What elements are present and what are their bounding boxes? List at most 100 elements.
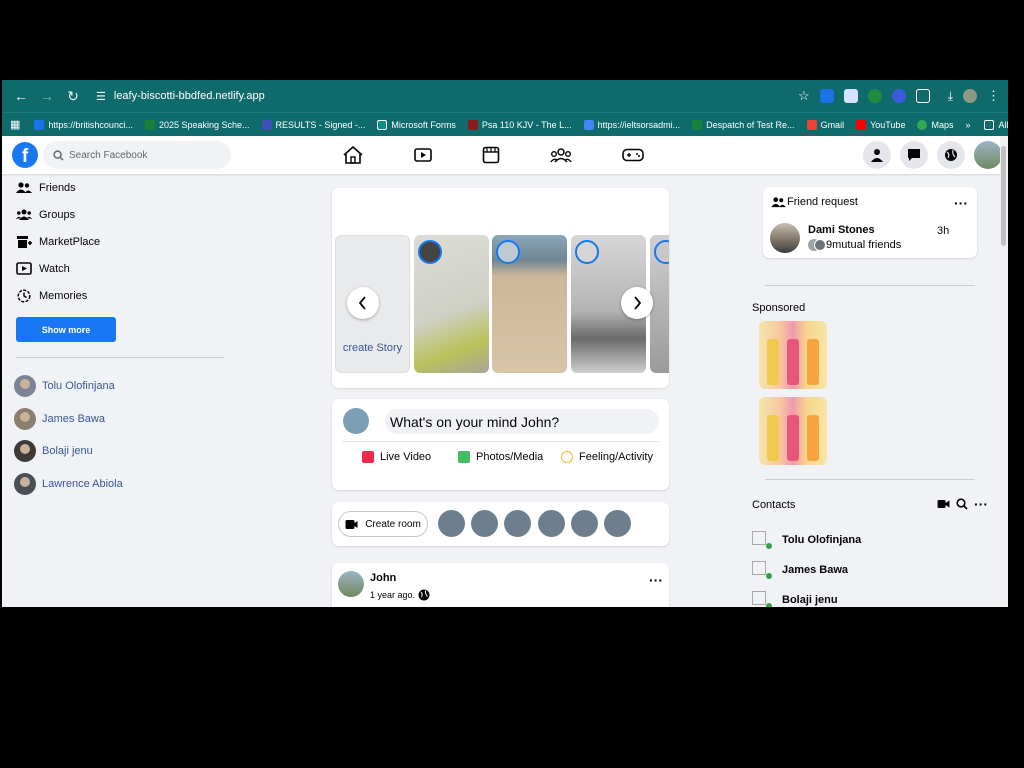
search-placeholder: Search Facebook	[69, 149, 148, 161]
avatar[interactable]	[571, 510, 598, 537]
bookmark[interactable]: Gmail	[806, 119, 844, 130]
bookmark[interactable]: Microsoft Forms	[377, 119, 456, 130]
bookmark[interactable]: RESULTS - Signed -...	[261, 119, 365, 130]
globe-icon	[418, 589, 430, 601]
friend-item[interactable]: James Bawa	[2, 403, 237, 436]
friend-item[interactable]: Lawrence Abiola	[2, 468, 237, 501]
groups-icon[interactable]	[550, 147, 572, 163]
bookmark-favicon-icon	[583, 119, 594, 130]
chevron-right-icon	[634, 296, 642, 310]
site-info-icon[interactable]: ☰	[96, 90, 106, 103]
address-bar[interactable]: ☰ leafy-biscotti-bbdfed.netlify.app	[88, 84, 798, 108]
reload-icon[interactable]: ↻	[62, 85, 84, 107]
search-input[interactable]: Search Facebook	[43, 141, 231, 169]
avatar	[14, 407, 36, 430]
sponsored-ad[interactable]	[759, 321, 827, 389]
avatar[interactable]	[338, 571, 364, 597]
avatar	[14, 375, 36, 398]
sidebar-item-watch[interactable]: Watch	[2, 255, 237, 282]
avatar	[752, 531, 772, 549]
extension-icon[interactable]	[819, 89, 834, 103]
youtube-icon	[856, 119, 867, 130]
post-composer: What's on your mind John? Live Video Pho…	[332, 399, 669, 490]
globe-icon[interactable]	[937, 141, 965, 169]
divider	[765, 479, 975, 480]
create-room-button[interactable]: Create room	[338, 511, 428, 537]
scrollbar-thumb[interactable]	[1001, 146, 1006, 246]
bookmark[interactable]: 2025 Speaking Sche...	[144, 119, 250, 130]
avatar[interactable]	[604, 510, 631, 537]
bookmark[interactable]: https://britishcounci...	[34, 119, 133, 130]
composer-input[interactable]: What's on your mind John?	[385, 409, 659, 434]
contacts-title: Contacts	[752, 499, 796, 511]
search-icon[interactable]	[956, 498, 968, 510]
bookmark-favicon-icon	[467, 119, 478, 130]
avatar[interactable]	[538, 510, 565, 537]
extension-icon[interactable]	[891, 89, 906, 103]
home-icon[interactable]	[342, 146, 364, 164]
sidebar-item-memories[interactable]: Memories	[2, 282, 237, 309]
show-more-button[interactable]: Show more	[16, 317, 116, 342]
menu-dots-icon[interactable]: ⋮	[987, 88, 1000, 104]
more-options-icon[interactable]: ···	[649, 573, 663, 587]
sponsored-ad[interactable]	[759, 397, 827, 465]
bookmark[interactable]: https://ieltsorsadmi...	[583, 119, 680, 130]
extension-icon[interactable]	[843, 89, 858, 103]
extension-icon[interactable]	[867, 89, 882, 103]
post-author[interactable]: John	[370, 572, 396, 584]
friends-icon	[16, 181, 32, 194]
live-video-button[interactable]: Live Video	[362, 451, 431, 463]
rooms-card: Create room	[332, 502, 669, 546]
marketplace-icon[interactable]	[482, 146, 500, 164]
bookmark[interactable]: Despatch of Test Re...	[692, 119, 795, 130]
sidebar-item-label: Groups	[39, 208, 76, 221]
feeling-activity-button[interactable]: Feeling/Activity	[561, 451, 653, 463]
video-call-icon[interactable]	[937, 499, 950, 509]
scrollbar[interactable]	[1000, 136, 1008, 607]
more-options-icon[interactable]: ···	[954, 196, 968, 210]
avatar[interactable]	[974, 141, 1002, 169]
friend-name: Lawrence Abiola	[42, 477, 123, 490]
profile-icon[interactable]	[863, 141, 891, 169]
contact-item[interactable]: Bolaji jenu	[752, 591, 838, 607]
avatar[interactable]	[504, 510, 531, 537]
facebook-logo-icon[interactable]: f	[12, 142, 38, 168]
story[interactable]	[414, 235, 489, 373]
friend-item[interactable]: Bolaji jenu	[2, 435, 237, 468]
sidebar-item-marketplace[interactable]: MarketPlace	[2, 228, 237, 255]
messenger-icon[interactable]	[900, 141, 928, 169]
avatar[interactable]	[770, 223, 800, 253]
sidebar-item-groups[interactable]: Groups	[2, 201, 237, 228]
back-icon[interactable]: ←	[10, 85, 32, 107]
bookmark-star-icon[interactable]: ☆	[798, 88, 810, 104]
more-bookmarks-icon[interactable]: »	[965, 120, 970, 130]
friend-name: Tolu Olofinjana	[42, 380, 115, 393]
sidebar-item-friends[interactable]: Friends	[2, 174, 237, 201]
download-icon[interactable]: ⤓	[948, 89, 953, 104]
gaming-icon[interactable]	[622, 148, 644, 162]
stories-prev-button[interactable]	[347, 287, 379, 319]
profile-icon[interactable]	[963, 89, 977, 103]
groups-icon	[16, 209, 32, 221]
bookmark[interactable]: Psa 110 KJV - The L...	[467, 119, 572, 130]
video-icon[interactable]	[414, 147, 432, 163]
contact-item[interactable]: Tolu Olofinjana	[752, 531, 861, 549]
requester-name[interactable]: Dami Stones	[808, 224, 875, 236]
all-bookmarks[interactable]: All Bookmarks	[984, 119, 1008, 130]
friend-request-card: Friend request ··· Dami Stones 3h 9mutua…	[763, 187, 977, 258]
photos-media-button[interactable]: Photos/Media	[458, 451, 543, 463]
stories-next-button[interactable]	[621, 287, 653, 319]
avatar[interactable]	[471, 510, 498, 537]
bookmark[interactable]: Maps	[917, 119, 953, 130]
memories-icon	[16, 288, 32, 303]
more-options-icon[interactable]: ···	[974, 497, 988, 511]
apps-icon[interactable]: ▦	[10, 118, 20, 131]
bookmark[interactable]: YouTube	[856, 119, 905, 130]
puzzle-icon[interactable]	[915, 89, 930, 103]
forward-icon[interactable]: →	[36, 85, 58, 107]
avatar[interactable]	[438, 510, 465, 537]
contact-item[interactable]: James Bawa	[752, 561, 848, 579]
friend-item[interactable]: Tolu Olofinjana	[2, 370, 237, 403]
story[interactable]	[492, 235, 567, 373]
url-text: leafy-biscotti-bbdfed.netlify.app	[113, 90, 265, 102]
